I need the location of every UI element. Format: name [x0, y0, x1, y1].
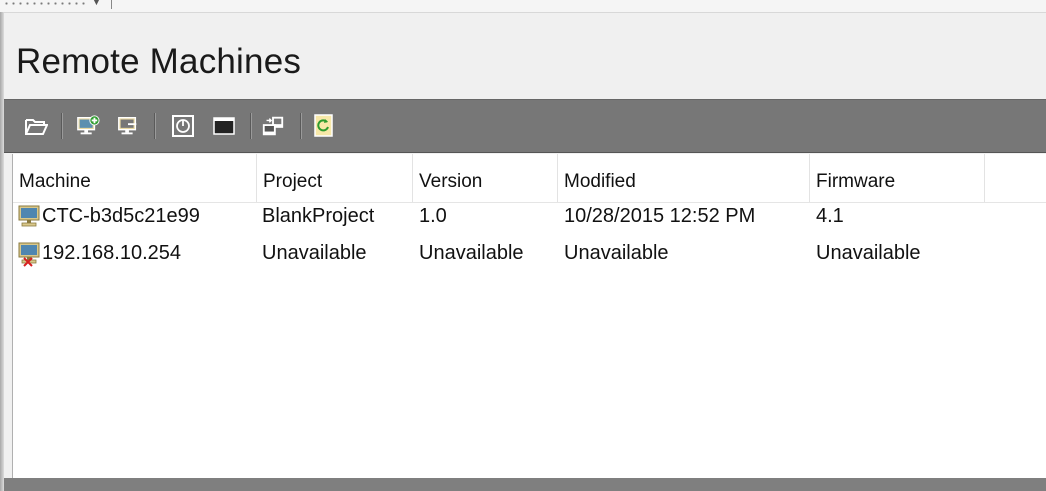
column-header-row: Machine Project Version Modified Firmwar…	[13, 154, 1046, 203]
overflow-arrow-icon[interactable]: ▼	[92, 0, 101, 7]
panel-title: Remote Machines	[16, 42, 302, 81]
version: 1.0	[419, 205, 447, 227]
column-header-version[interactable]: Version	[413, 154, 558, 202]
remove-machine-button[interactable]	[116, 114, 140, 138]
power-button[interactable]	[171, 114, 195, 138]
machine-offline-icon	[17, 241, 41, 267]
window-button[interactable]	[212, 114, 236, 138]
remove-machine-icon	[118, 117, 137, 135]
toolbar-separator	[300, 113, 302, 139]
version: Unavailable	[419, 242, 524, 264]
refresh-icon	[314, 114, 333, 137]
machine-name: 192.168.10.254	[42, 242, 182, 264]
window-icon	[213, 117, 235, 135]
grip-divider	[111, 0, 112, 9]
panel-grip-strip[interactable]: ▼	[0, 0, 1046, 13]
add-machine-icon	[77, 115, 100, 135]
add-machine-button[interactable]	[76, 114, 100, 138]
firmware: 4.1	[816, 205, 844, 227]
firmware: Unavailable	[816, 242, 921, 264]
machine-name: CTC-b3d5c21e99	[42, 205, 200, 227]
table-row[interactable]: 192.168.10.254 Unavailable Unavailable U…	[13, 241, 1046, 267]
modified-date: Unavailable	[564, 242, 669, 264]
transfer-icon	[262, 116, 284, 136]
open-folder-icon	[25, 119, 48, 135]
toolbar-separator	[61, 113, 63, 139]
modified-date: 10/28/2015 12:52 PM	[564, 205, 756, 227]
project-name: Unavailable	[262, 242, 367, 264]
column-header-firmware[interactable]: Firmware	[810, 154, 985, 202]
transfer-button[interactable]	[261, 114, 285, 138]
panel-left-edge	[0, 12, 4, 491]
project-name: BlankProject	[262, 205, 375, 227]
column-header-project[interactable]: Project	[257, 154, 413, 202]
bottom-status-bar	[4, 478, 1046, 491]
power-icon	[172, 115, 194, 137]
open-folder-button[interactable]	[24, 114, 48, 138]
machine-online-icon	[17, 204, 41, 228]
refresh-button[interactable]	[312, 114, 336, 138]
toolbar	[4, 99, 1046, 153]
toolbar-separator	[250, 113, 252, 139]
table-row[interactable]: CTC-b3d5c21e99 BlankProject 1.0 10/28/20…	[13, 204, 1046, 228]
drag-grip-icon[interactable]	[3, 1, 87, 6]
machine-list[interactable]: Machine Project Version Modified Firmwar…	[12, 154, 1046, 478]
column-header-machine[interactable]: Machine	[13, 154, 257, 202]
column-header-modified[interactable]: Modified	[558, 154, 810, 202]
toolbar-separator	[154, 113, 156, 139]
